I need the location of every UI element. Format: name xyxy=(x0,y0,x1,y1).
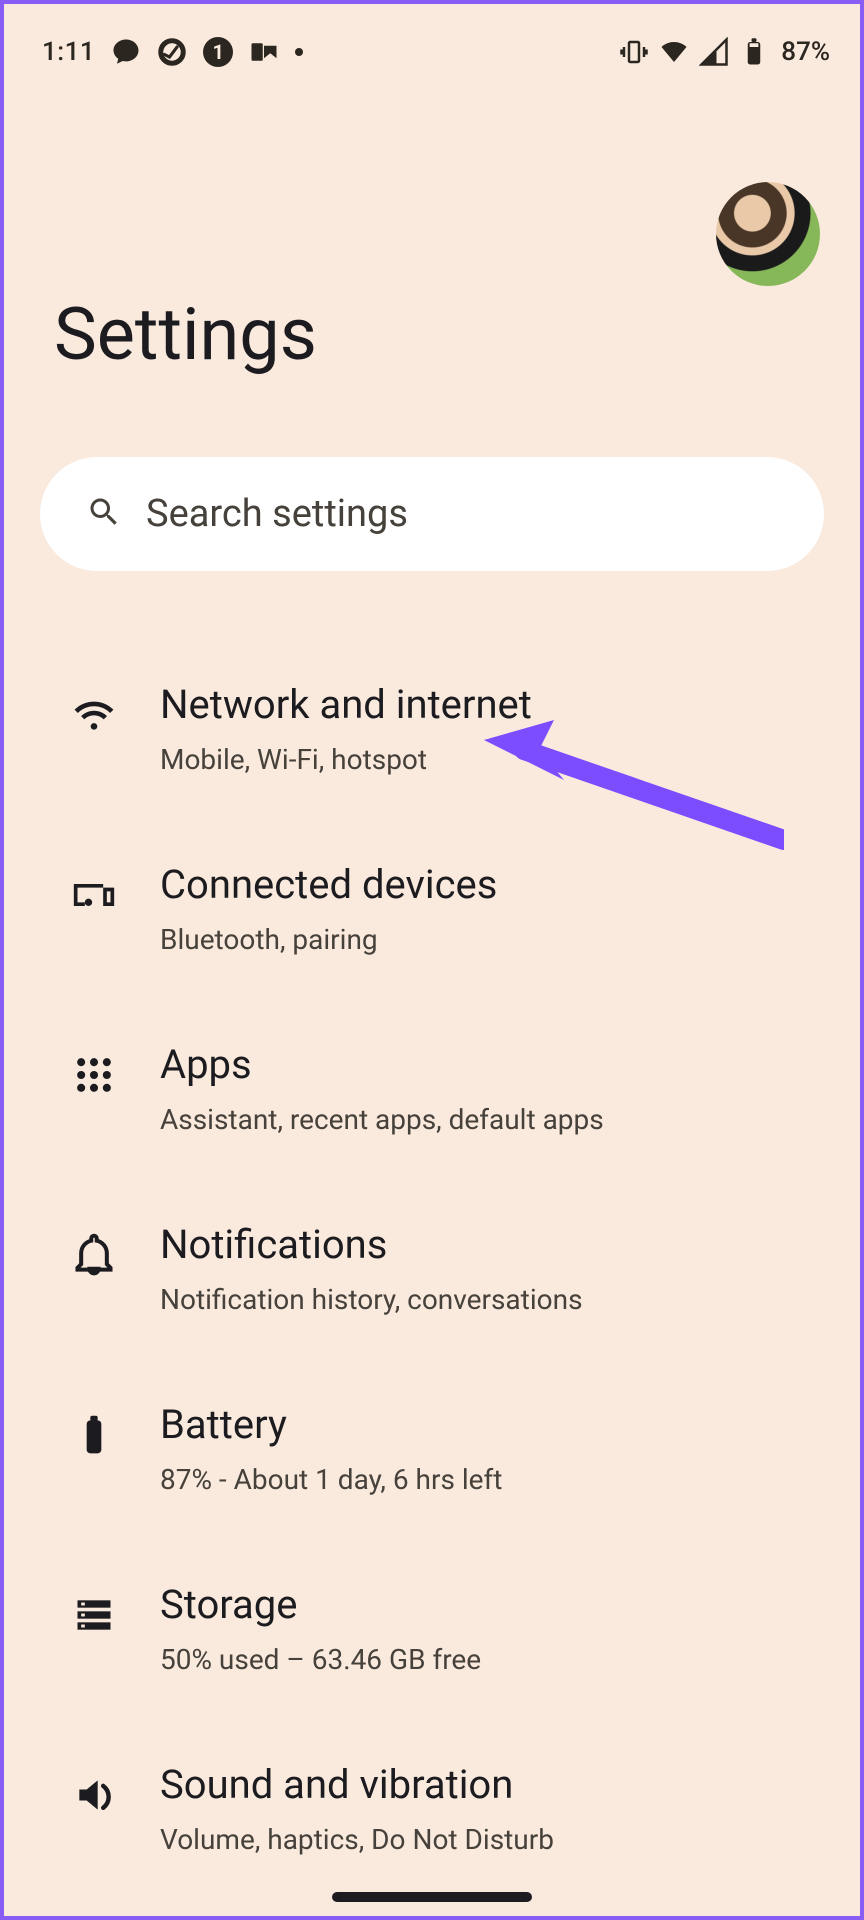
sync-icon xyxy=(157,37,187,67)
devices-icon xyxy=(72,873,116,917)
item-subtitle: Volume, haptics, Do Not Disturb xyxy=(160,1821,820,1859)
chat-icon xyxy=(111,37,141,67)
signal-icon xyxy=(699,37,729,67)
item-apps[interactable]: Apps Assistant, recent apps, default app… xyxy=(4,1001,860,1181)
storage-icon xyxy=(72,1593,116,1637)
item-connected-devices[interactable]: Connected devices Bluetooth, pairing xyxy=(4,821,860,1001)
wifi-icon xyxy=(72,693,116,737)
page-title: Settings xyxy=(54,292,810,377)
search-icon xyxy=(86,494,122,534)
item-title: Battery xyxy=(160,1399,820,1451)
item-subtitle: Mobile, Wi-Fi, hotspot xyxy=(160,741,820,779)
vibrate-icon xyxy=(619,37,649,67)
item-battery[interactable]: Battery 87% - About 1 day, 6 hrs left xyxy=(4,1361,860,1541)
item-title: Apps xyxy=(160,1039,820,1091)
item-sound-vibration[interactable]: Sound and vibration Volume, haptics, Do … xyxy=(4,1721,860,1901)
search-placeholder: Search settings xyxy=(146,492,408,536)
header: Settings xyxy=(4,82,860,377)
item-subtitle: Bluetooth, pairing xyxy=(160,921,820,959)
battery-text: 87% xyxy=(781,37,830,67)
item-storage[interactable]: Storage 50% used – 63.46 GB free xyxy=(4,1541,860,1721)
outlook-icon xyxy=(249,37,279,67)
status-bar: 1:11 1 87% xyxy=(4,4,860,82)
bell-icon xyxy=(72,1233,116,1277)
item-title: Network and internet xyxy=(160,679,820,731)
status-right: 87% xyxy=(619,37,830,67)
search-bar[interactable]: Search settings xyxy=(40,457,824,571)
settings-list: Network and internet Mobile, Wi-Fi, hots… xyxy=(4,641,860,1901)
battery-icon xyxy=(72,1413,116,1457)
status-clock: 1:11 xyxy=(42,37,95,67)
battery-icon xyxy=(739,37,769,67)
volume-icon xyxy=(72,1773,116,1817)
item-subtitle: Notification history, conversations xyxy=(160,1281,820,1319)
item-title: Connected devices xyxy=(160,859,820,911)
item-title: Notifications xyxy=(160,1219,820,1271)
notification-count-badge: 1 xyxy=(203,37,233,67)
item-title: Sound and vibration xyxy=(160,1759,820,1811)
overflow-dot-icon xyxy=(295,48,303,56)
wifi-icon xyxy=(659,37,689,67)
item-network-internet[interactable]: Network and internet Mobile, Wi-Fi, hots… xyxy=(4,641,860,821)
item-subtitle: 87% - About 1 day, 6 hrs left xyxy=(160,1461,820,1499)
item-subtitle: Assistant, recent apps, default apps xyxy=(160,1101,820,1139)
item-subtitle: 50% used – 63.46 GB free xyxy=(160,1641,820,1679)
item-notifications[interactable]: Notifications Notification history, conv… xyxy=(4,1181,860,1361)
gesture-nav-bar[interactable] xyxy=(332,1892,532,1902)
apps-icon xyxy=(72,1053,116,1097)
item-title: Storage xyxy=(160,1579,820,1631)
profile-avatar[interactable] xyxy=(716,182,820,286)
status-left: 1:11 1 xyxy=(42,37,303,67)
